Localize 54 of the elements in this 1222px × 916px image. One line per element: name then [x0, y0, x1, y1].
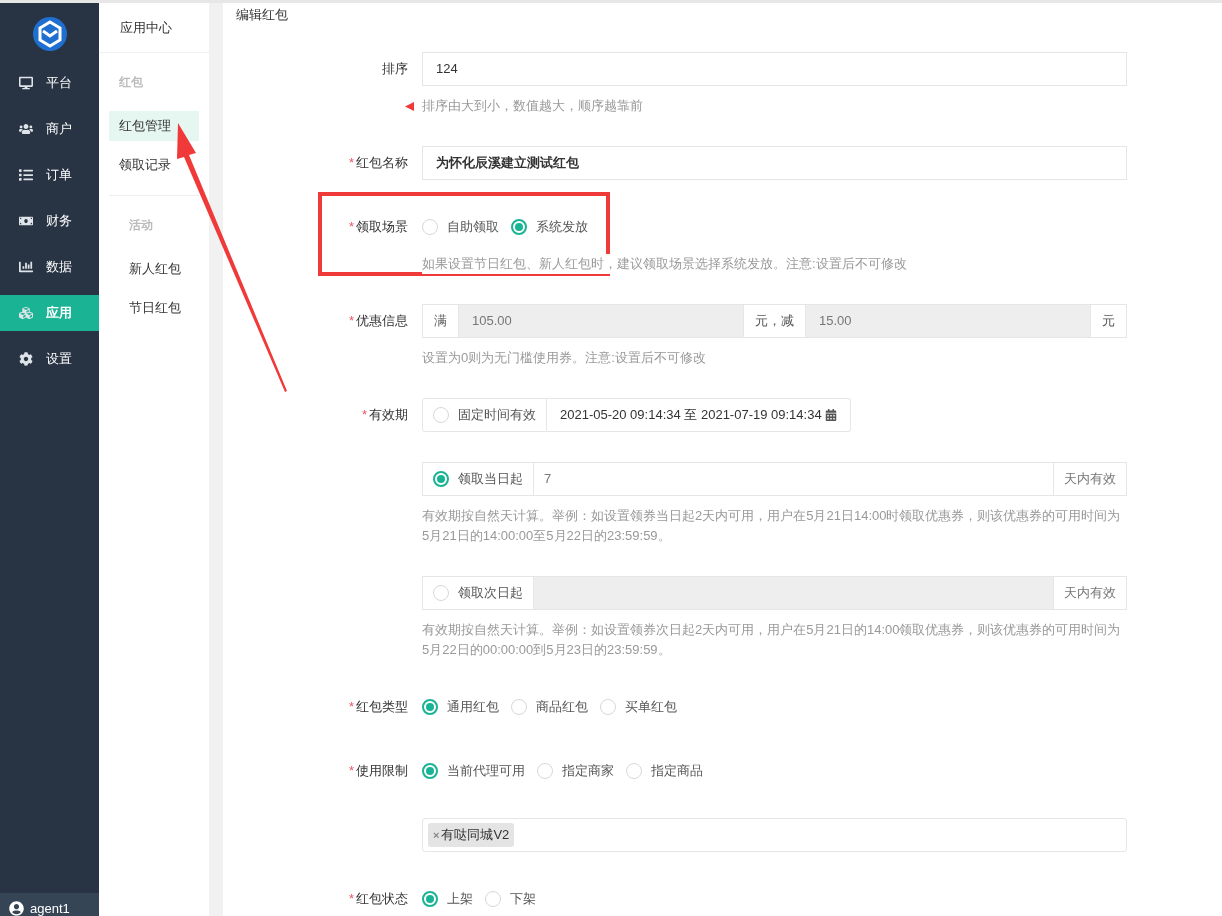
- radio-label: 领取次日起: [458, 584, 523, 603]
- required-asterisk: *: [348, 218, 354, 237]
- field-label: 领取场景: [356, 218, 408, 237]
- input-addon: 天内有效: [1053, 576, 1127, 610]
- input-addon: 天内有效: [1053, 462, 1127, 496]
- submenu-item[interactable]: 节日红包: [119, 293, 189, 323]
- submenu-item[interactable]: 领取记录: [109, 150, 199, 180]
- required-asterisk: *: [348, 890, 354, 909]
- field-label: 红包类型: [356, 698, 408, 717]
- group-heading: 红包: [118, 74, 144, 91]
- page-title: 编辑红包: [236, 6, 288, 25]
- field-label: 红包状态: [356, 890, 408, 909]
- radio-label: 系统发放: [536, 218, 588, 237]
- group-heading: 活动: [128, 217, 154, 234]
- text-input[interactable]: 124: [422, 52, 1127, 86]
- required-asterisk: *: [348, 312, 354, 331]
- sidebar-item[interactable]: 财务: [0, 203, 99, 239]
- radio-label: 自助领取: [447, 218, 499, 237]
- tag-label: 有哒同城V2: [441, 826, 510, 845]
- submenu-item[interactable]: 新人红包: [119, 254, 189, 284]
- field-label: 优惠信息: [356, 312, 408, 331]
- sidebar-item[interactable]: 商户: [0, 111, 99, 147]
- sidebar-item[interactable]: 平台: [0, 65, 99, 101]
- radio-label: 固定时间有效: [458, 406, 536, 425]
- input-addon: 元，减: [743, 304, 806, 338]
- sidebar-item[interactable]: 订单: [0, 157, 99, 193]
- radio-label: 当前代理可用: [447, 762, 525, 781]
- required-asterisk: *: [348, 154, 354, 173]
- user-bar[interactable]: agent1: [0, 893, 99, 916]
- submenu-title: 应用中心: [120, 18, 172, 37]
- radio-label: 下架: [510, 890, 536, 909]
- radio-label: 商品红包: [536, 698, 588, 717]
- radio-label: 领取当日起: [458, 470, 523, 489]
- field-label: 排序: [382, 60, 408, 79]
- required-asterisk: *: [361, 406, 367, 425]
- text-input[interactable]: 7: [534, 462, 1053, 496]
- submenu-item[interactable]: 红包管理: [109, 111, 199, 141]
- input-addon: 元: [1090, 304, 1127, 338]
- required-asterisk: *: [348, 698, 354, 717]
- text-input[interactable]: 为怀化辰溪建立测试红包: [422, 146, 1127, 180]
- required-asterisk: *: [348, 762, 354, 781]
- field-label: 有效期: [369, 406, 408, 425]
- radio-label: 通用红包: [447, 698, 499, 717]
- radio-label: 买单红包: [625, 698, 677, 717]
- radio-label: 指定商品: [651, 762, 703, 781]
- field-label: 红包名称: [356, 154, 408, 173]
- field-label: 使用限制: [356, 762, 408, 781]
- tag-input[interactable]: ×有哒同城V2: [422, 818, 1127, 852]
- sidebar-item[interactable]: 数据: [0, 249, 99, 285]
- sidebar-item[interactable]: 设置: [0, 341, 99, 377]
- radio-label: 指定商家: [562, 762, 614, 781]
- date-range-input[interactable]: 2021-05-20 09:14:34 至 2021-07-19 09:14:34: [547, 398, 851, 432]
- input-addon: 满: [422, 304, 459, 338]
- radio-label: 上架: [447, 890, 473, 909]
